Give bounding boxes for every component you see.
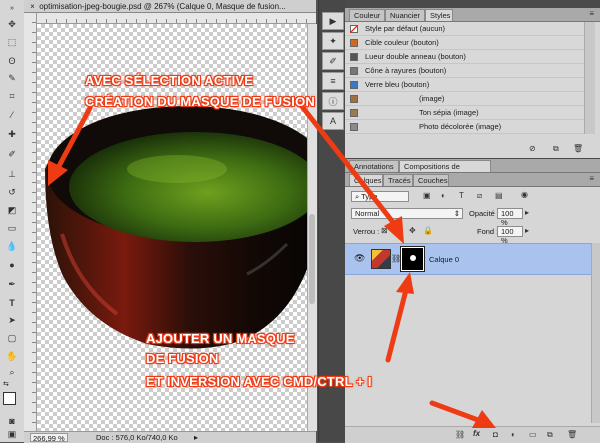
annotation-top-line2: CRÉATION DU MASQUE DE FUSION — [85, 94, 315, 109]
annotation-top-line1: AVEC SÉLECTION ACTIVE — [85, 73, 254, 88]
annotation-bottom-line3: ET INVERSION AVEC CMD/CTRL + I — [146, 374, 372, 389]
annotation-bottom-line1: AJOUTER UN MASQUE — [146, 331, 295, 346]
annotation-bottom-line2: DE FUSION — [146, 351, 219, 366]
